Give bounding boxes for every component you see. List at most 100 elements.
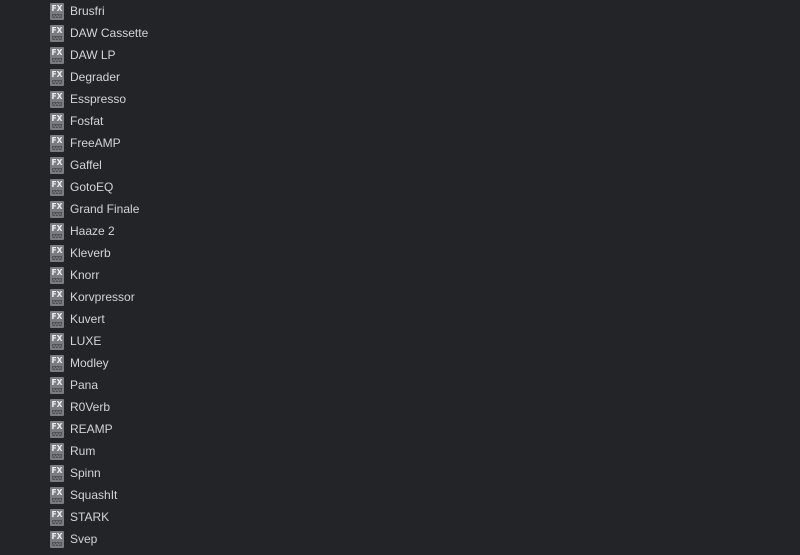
plugin-name: Rum <box>70 444 96 458</box>
plugin-name: LUXE <box>70 334 102 348</box>
fx-icon-label: FX <box>52 334 63 343</box>
fx-plugin-icon: FX <box>50 222 64 240</box>
plugin-name: SquashIt <box>70 488 118 502</box>
fx-icon-label: FX <box>52 158 63 167</box>
fx-plugin-icon: FX <box>50 332 64 350</box>
plugin-item[interactable]: FX Brusfri <box>0 0 800 22</box>
fx-icon-label: FX <box>52 312 63 321</box>
plugin-name: Esspresso <box>70 92 127 106</box>
plugin-item[interactable]: FX LUXE <box>0 330 800 352</box>
plugin-item[interactable]: FX SquashIt <box>0 484 800 506</box>
fx-icon-label: FX <box>52 532 63 541</box>
plugin-list: FX Brusfri FX DAW Cassette FX DAW LP FX Degrade… <box>0 0 800 550</box>
plugin-name: Spinn <box>70 466 101 480</box>
fx-icon-label: FX <box>52 114 63 123</box>
fx-plugin-icon: FX <box>50 310 64 328</box>
plugin-item[interactable]: FX Spinn <box>0 462 800 484</box>
plugin-name: Pana <box>70 378 99 392</box>
fx-icon-label: FX <box>52 224 63 233</box>
plugin-item[interactable]: FX Rum <box>0 440 800 462</box>
plugin-item[interactable]: FX Grand Finale <box>0 198 800 220</box>
plugin-item[interactable]: FX STARK <box>0 506 800 528</box>
plugin-item[interactable]: FX REAMP <box>0 418 800 440</box>
plugin-name: Fosfat <box>70 114 104 128</box>
fx-icon-label: FX <box>52 48 63 57</box>
plugin-name: DAW LP <box>70 48 116 62</box>
plugin-name: STARK <box>70 510 110 524</box>
plugin-item[interactable]: FX Esspresso <box>0 88 800 110</box>
plugin-name: R0Verb <box>70 400 111 414</box>
plugin-item[interactable]: FX Haaze 2 <box>0 220 800 242</box>
plugin-name: FreeAMP <box>70 136 121 150</box>
fx-plugin-icon: FX <box>50 24 64 42</box>
plugin-item[interactable]: FX GotoEQ <box>0 176 800 198</box>
plugin-name: GotoEQ <box>70 180 114 194</box>
fx-icon-label: FX <box>52 444 63 453</box>
plugin-name: Svep <box>70 532 98 546</box>
fx-icon-label: FX <box>52 70 63 79</box>
fx-icon-label: FX <box>52 246 63 255</box>
plugin-name: REAMP <box>70 422 113 436</box>
plugin-item[interactable]: FX Korvpressor <box>0 286 800 308</box>
fx-plugin-icon: FX <box>50 530 64 548</box>
plugin-item[interactable]: FX DAW LP <box>0 44 800 66</box>
fx-plugin-icon: FX <box>50 398 64 416</box>
fx-plugin-icon: FX <box>50 464 64 482</box>
fx-icon-label: FX <box>52 136 63 145</box>
plugin-name: Degrader <box>70 70 121 84</box>
plugin-item[interactable]: FX Knorr <box>0 264 800 286</box>
plugin-item[interactable]: FX Modley <box>0 352 800 374</box>
plugin-name: Kuvert <box>70 312 105 326</box>
plugin-item[interactable]: FX Degrader <box>0 66 800 88</box>
plugin-name: Modley <box>70 356 109 370</box>
plugin-item[interactable]: FX R0Verb <box>0 396 800 418</box>
fx-icon-label: FX <box>52 26 63 35</box>
plugin-name: Grand Finale <box>70 202 140 216</box>
plugin-name: Gaffel <box>70 158 102 172</box>
plugin-item[interactable]: FX Kleverb <box>0 242 800 264</box>
fx-plugin-icon: FX <box>50 46 64 64</box>
fx-icon-label: FX <box>52 180 63 189</box>
fx-icon-label: FX <box>52 268 63 277</box>
fx-plugin-icon: FX <box>50 68 64 86</box>
plugin-item[interactable]: FX Kuvert <box>0 308 800 330</box>
fx-icon-label: FX <box>52 356 63 365</box>
fx-icon-label: FX <box>52 290 63 299</box>
plugin-browser-panel: FX Brusfri FX DAW Cassette FX DAW LP FX Degrade… <box>0 0 800 555</box>
fx-plugin-icon: FX <box>50 134 64 152</box>
fx-plugin-icon: FX <box>50 354 64 372</box>
fx-icon-label: FX <box>52 202 63 211</box>
plugin-name: Knorr <box>70 268 100 282</box>
plugin-item[interactable]: FX FreeAMP <box>0 132 800 154</box>
fx-plugin-icon: FX <box>50 90 64 108</box>
plugin-name: Kleverb <box>70 246 111 260</box>
fx-plugin-icon: FX <box>50 112 64 130</box>
fx-plugin-icon: FX <box>50 288 64 306</box>
fx-plugin-icon: FX <box>50 266 64 284</box>
fx-icon-label: FX <box>52 4 63 13</box>
plugin-name: DAW Cassette <box>70 26 149 40</box>
plugin-item[interactable]: FX Svep <box>0 528 800 550</box>
fx-plugin-icon: FX <box>50 200 64 218</box>
fx-icon-label: FX <box>52 422 63 431</box>
plugin-item[interactable]: FX Pana <box>0 374 800 396</box>
fx-icon-label: FX <box>52 400 63 409</box>
fx-plugin-icon: FX <box>50 244 64 262</box>
plugin-name: Korvpressor <box>70 290 135 304</box>
plugin-name: Brusfri <box>70 4 105 18</box>
fx-plugin-icon: FX <box>50 376 64 394</box>
fx-icon-label: FX <box>52 92 63 101</box>
plugin-item[interactable]: FX Fosfat <box>0 110 800 132</box>
fx-plugin-icon: FX <box>50 2 64 20</box>
fx-plugin-icon: FX <box>50 486 64 504</box>
fx-icon-label: FX <box>52 378 63 387</box>
fx-icon-label: FX <box>52 510 63 519</box>
fx-plugin-icon: FX <box>50 442 64 460</box>
fx-plugin-icon: FX <box>50 178 64 196</box>
plugin-item[interactable]: FX DAW Cassette <box>0 22 800 44</box>
fx-plugin-icon: FX <box>50 156 64 174</box>
fx-icon-label: FX <box>52 466 63 475</box>
fx-icon-label: FX <box>52 488 63 497</box>
plugin-name: Haaze 2 <box>70 224 115 238</box>
plugin-item[interactable]: FX Gaffel <box>0 154 800 176</box>
